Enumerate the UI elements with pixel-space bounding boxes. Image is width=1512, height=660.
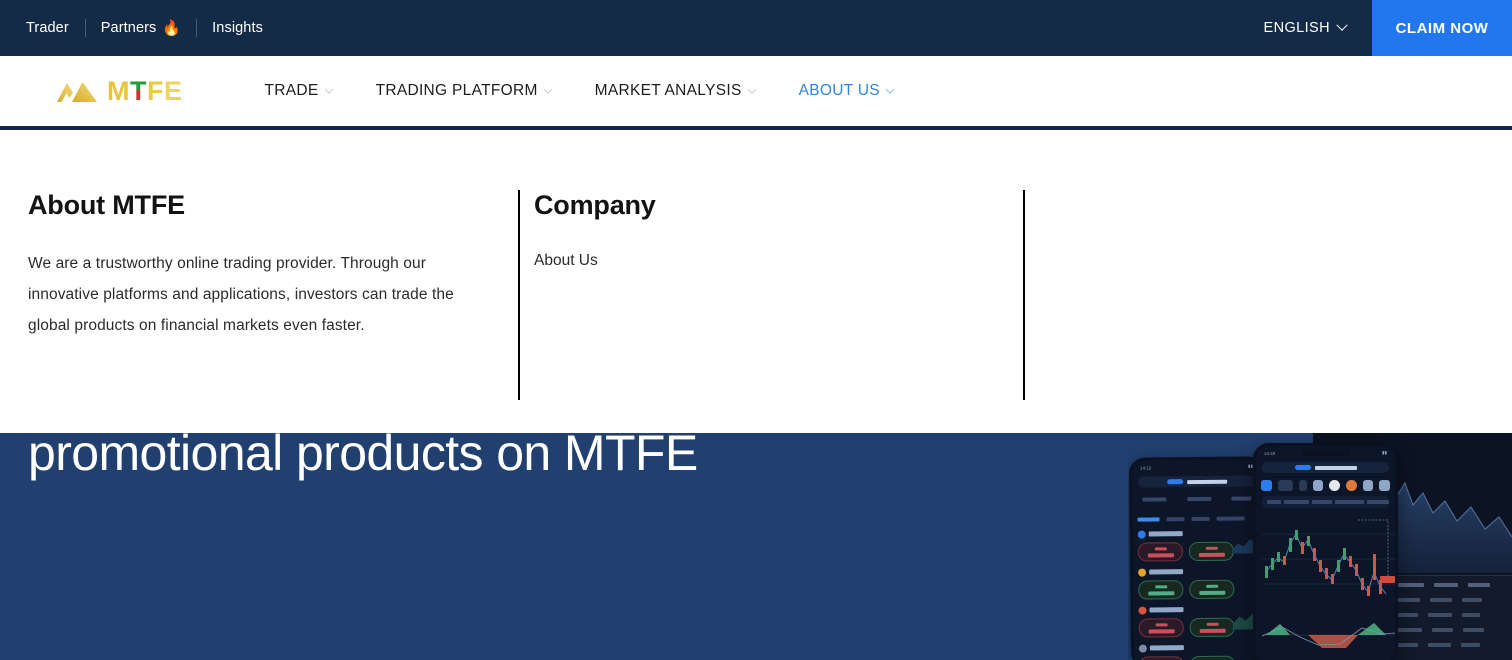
company-link-about-us-label: About Us: [534, 252, 598, 269]
logo[interactable]: MTFE: [0, 76, 183, 107]
tab-forex[interactable]: [1166, 517, 1185, 522]
buy-button[interactable]: [1188, 541, 1234, 562]
logo-letter-e: E: [164, 75, 183, 106]
symbol-label: [1149, 569, 1184, 575]
top-links-group: Trader Partners 🔥 Insights: [0, 0, 278, 56]
symbol-label: [1149, 645, 1184, 651]
chevron-down-icon: [885, 85, 895, 94]
info-section: About MTFE We are a trustworthy online t…: [0, 134, 1512, 433]
list-item[interactable]: [1138, 606, 1238, 643]
symbol-icon: [1138, 606, 1147, 615]
flame-icon: 🔥: [162, 19, 182, 37]
chevron-down-icon: [1336, 19, 1348, 31]
about-column: About MTFE We are a trustworthy online t…: [28, 190, 518, 400]
sell-button[interactable]: [1137, 542, 1183, 562]
sell-button[interactable]: [1138, 618, 1184, 638]
nav-item-about-us[interactable]: ABOUT US: [777, 82, 915, 100]
phone-watchlist: 14:12 ▮▮: [1128, 456, 1267, 660]
top-link-trader[interactable]: Trader: [26, 21, 85, 36]
symbol-info-row: [1262, 496, 1389, 508]
deposit-badge[interactable]: [1166, 479, 1183, 485]
symbol-label: [1149, 607, 1184, 613]
company-title: Company: [534, 190, 656, 220]
deposit-badge[interactable]: [1294, 465, 1311, 470]
tab-favorite[interactable]: [1137, 517, 1160, 522]
info-columns: About MTFE We are a trustworthy online t…: [28, 190, 1484, 400]
tab-metals[interactable]: [1191, 516, 1210, 522]
settings-button[interactable]: [1299, 479, 1307, 491]
chevron-down-icon: [324, 85, 333, 94]
phone-statusbar: 14:40 ▮▮: [1256, 447, 1395, 459]
top-right-group: ENGLISH CLAIM NOW: [1264, 0, 1512, 56]
price-tag: [1380, 576, 1395, 583]
about-title: About MTFE: [28, 190, 185, 220]
candlestick-chart: [1262, 519, 1395, 596]
language-selector-label: ENGLISH: [1263, 20, 1330, 36]
logo-letter-f: F: [147, 75, 164, 106]
list-item[interactable]: [1138, 568, 1238, 605]
nav-item-trade[interactable]: TRADE: [243, 82, 354, 100]
mountain-icon: [57, 82, 97, 102]
indicator-button[interactable]: [1261, 479, 1272, 491]
language-selector[interactable]: ENGLISH: [1264, 0, 1372, 56]
symbol-icon: [1137, 530, 1146, 539]
chevron-down-icon: [747, 85, 756, 94]
status-icons: ▮▮: [1382, 450, 1387, 455]
symbol-icon: [1138, 644, 1147, 653]
list-item[interactable]: [1138, 644, 1239, 660]
list-item[interactable]: [1137, 530, 1238, 567]
top-link-partners-label: Partners: [100, 19, 157, 36]
primary-navigation: TRADE TRADING PLATFORM MARKET ANALYSIS A…: [243, 82, 915, 100]
account-row: [1138, 492, 1255, 504]
claim-now-button[interactable]: CLAIM NOW: [1372, 0, 1512, 56]
status-time: 14:12: [1139, 464, 1152, 471]
nav-item-trade-label: TRADE: [264, 82, 319, 99]
top-utility-bar: Trader Partners 🔥 Insights ENGLISH CLAIM…: [0, 0, 1512, 56]
nav-item-market-analysis[interactable]: MARKET ANALYSIS: [573, 82, 777, 100]
phone-chart: 14:40 ▮▮: [1253, 443, 1398, 660]
phone-statusbar: 14:12 ▮▮: [1132, 460, 1261, 473]
company-column: Company About Us: [518, 190, 1023, 400]
logo-letter-m: M: [107, 75, 130, 106]
tab-commodities[interactable]: [1216, 516, 1245, 521]
chart-toolbar[interactable]: [1261, 478, 1391, 492]
balance-bar: [1138, 475, 1256, 488]
alert-button[interactable]: [1346, 479, 1357, 491]
sell-button[interactable]: [1138, 656, 1185, 660]
top-link-insights[interactable]: Insights: [197, 21, 278, 36]
symbol-label: [1148, 531, 1183, 537]
symbol-icon: [1138, 568, 1147, 577]
macd-indicator: [1262, 623, 1395, 648]
watchlist-tabs[interactable]: [1137, 513, 1257, 524]
drawing-tool-button[interactable]: [1312, 479, 1324, 491]
crosshair-button[interactable]: [1362, 479, 1374, 491]
about-description: We are a trustworthy online trading prov…: [28, 255, 454, 334]
claim-now-label: CLAIM NOW: [1395, 19, 1489, 37]
nav-item-trading-platform-label: TRADING PLATFORM: [375, 82, 538, 99]
logo-wordmark: MTFE: [107, 76, 183, 107]
chevron-down-icon: [543, 85, 552, 94]
buy-button[interactable]: [1189, 617, 1235, 638]
timeframe-button[interactable]: [1277, 479, 1294, 491]
main-header: MTFE TRADE TRADING PLATFORM MARKET ANALY…: [0, 56, 1512, 130]
status-time: 14:40: [1264, 450, 1276, 456]
nav-item-about-us-label: ABOUT US: [798, 82, 880, 99]
trading-app-phones-image: 14:12 ▮▮ 14:40 ▮▮: [1128, 433, 1512, 660]
balance-bar: [1262, 462, 1389, 473]
nav-item-trading-platform[interactable]: TRADING PLATFORM: [354, 82, 573, 100]
company-link-about-us[interactable]: About Us: [534, 252, 598, 269]
circle-tool-button[interactable]: [1329, 479, 1341, 491]
top-link-insights-label: Insights: [212, 19, 263, 36]
buy-button[interactable]: [1189, 655, 1236, 660]
nav-item-market-analysis-label: MARKET ANALYSIS: [594, 82, 742, 99]
logo-letter-t: T: [130, 75, 147, 106]
third-column: [1023, 190, 1484, 400]
buy-button[interactable]: [1189, 579, 1235, 600]
top-link-trader-label: Trader: [26, 19, 69, 36]
top-link-partners[interactable]: Partners 🔥: [86, 21, 196, 36]
sell-button[interactable]: [1138, 580, 1184, 600]
promo-banner: promotional products on MTFE 14:12 ▮▮ 14…: [0, 433, 1512, 660]
more-tools-button[interactable]: [1379, 479, 1391, 491]
promo-headline: promotional products on MTFE: [28, 433, 698, 481]
